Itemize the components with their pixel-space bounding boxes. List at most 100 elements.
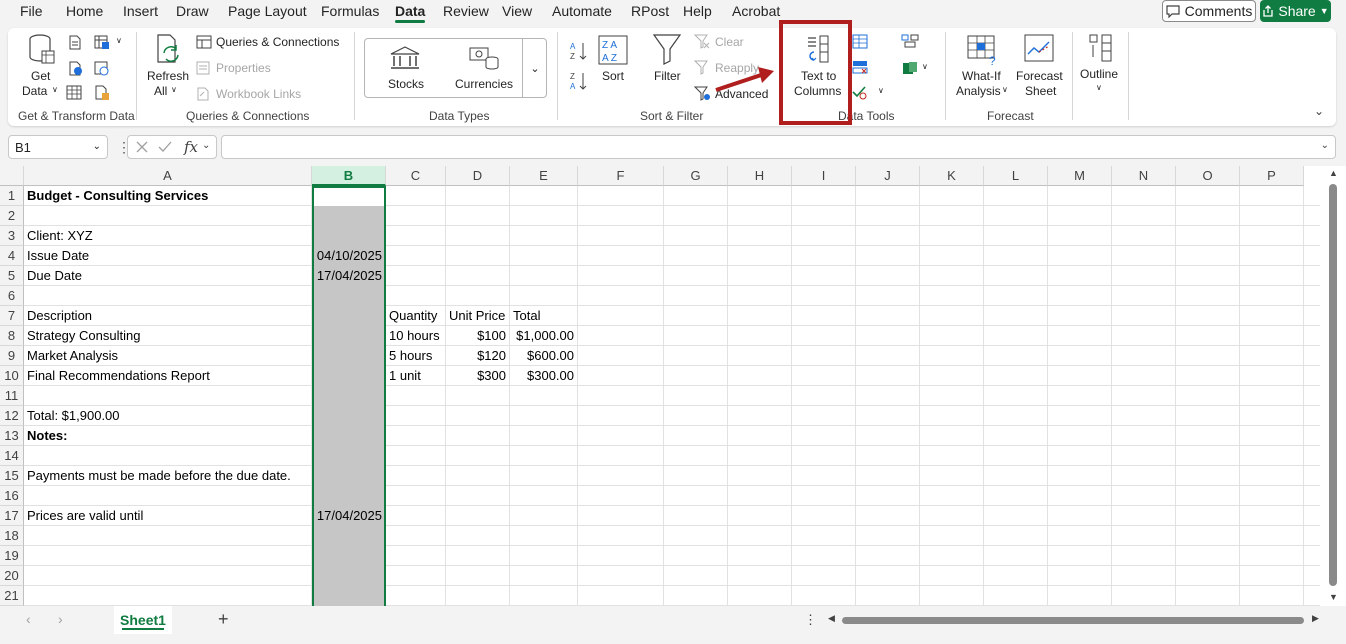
from-table-icon[interactable] — [66, 85, 83, 101]
column-header-g[interactable]: G — [664, 166, 728, 186]
row-header-8[interactable]: 8 — [0, 326, 24, 346]
from-web-icon[interactable] — [94, 35, 114, 50]
from-text-icon[interactable] — [68, 35, 82, 50]
cell-a1[interactable]: Budget - Consulting Services — [27, 186, 208, 206]
menu-draw[interactable]: Draw — [176, 3, 209, 19]
cell-e9[interactable]: $600.00 — [513, 346, 574, 366]
row-header-18[interactable]: 18 — [0, 526, 24, 546]
column-header-e[interactable]: E — [510, 166, 578, 186]
row-header-10[interactable]: 10 — [0, 366, 24, 386]
menu-automate[interactable]: Automate — [552, 3, 612, 19]
share-button[interactable]: Share ▼ — [1260, 0, 1331, 22]
row-header-5[interactable]: 5 — [0, 266, 24, 286]
menu-review[interactable]: Review — [443, 3, 489, 19]
row-header-20[interactable]: 20 — [0, 566, 24, 586]
vertical-scrollbar[interactable]: ▲ ▼ — [1322, 166, 1346, 606]
chevron-down-icon[interactable]: ∨ — [922, 62, 928, 71]
active-cell-b1[interactable] — [314, 188, 384, 206]
row-header-9[interactable]: 9 — [0, 346, 24, 366]
from-web-icon[interactable] — [68, 61, 83, 76]
menu-page-layout[interactable]: Page Layout — [228, 3, 307, 19]
row-header-13[interactable]: 13 — [0, 426, 24, 446]
cell-d10[interactable]: $300 — [449, 366, 506, 386]
menu-home[interactable]: Home — [66, 3, 103, 19]
sort-ascending-icon[interactable]: AZ — [569, 40, 587, 62]
cell-a10[interactable]: Final Recommendations Report — [27, 366, 210, 386]
cell-c7[interactable]: Quantity — [389, 306, 437, 326]
cancel-icon[interactable] — [136, 141, 148, 153]
row-header-21[interactable]: 21 — [0, 586, 24, 606]
cell-a8[interactable]: Strategy Consulting — [27, 326, 140, 346]
comments-button[interactable]: Comments — [1162, 0, 1256, 22]
name-box[interactable]: B1 ⌄ — [8, 135, 108, 159]
data-validation-icon[interactable] — [852, 85, 868, 100]
row-header-2[interactable]: 2 — [0, 206, 24, 226]
cell-a17[interactable]: Prices are valid until — [27, 506, 143, 526]
next-sheet-icon[interactable]: › — [58, 611, 63, 627]
cell-e7[interactable]: Total — [513, 306, 540, 326]
menu-help[interactable]: Help — [683, 3, 712, 19]
formula-input[interactable]: ⌄ — [221, 135, 1336, 159]
column-header-k[interactable]: K — [920, 166, 984, 186]
row-header-17[interactable]: 17 — [0, 506, 24, 526]
column-header-d[interactable]: D — [446, 166, 510, 186]
cell-a12[interactable]: Total: $1,900.00 — [27, 406, 120, 426]
data-model-icon[interactable] — [901, 60, 919, 76]
cell-d8[interactable]: $100 — [449, 326, 506, 346]
menu-rpost[interactable]: RPost — [631, 3, 669, 19]
expand-formula-bar-icon[interactable]: ⌄ — [1321, 140, 1329, 151]
cell-c8[interactable]: 10 hours — [389, 326, 440, 346]
insert-function-icon[interactable]: fx — [184, 138, 198, 156]
cell-e10[interactable]: $300.00 — [513, 366, 574, 386]
enter-icon[interactable] — [158, 141, 172, 153]
prev-sheet-icon[interactable]: ‹ — [26, 611, 31, 627]
row-header-19[interactable]: 19 — [0, 546, 24, 566]
remove-duplicates-icon[interactable] — [852, 60, 868, 75]
menu-data[interactable]: Data — [395, 3, 426, 23]
horizontal-scrollbar[interactable]: ◀ ▶ — [828, 612, 1324, 628]
chevron-down-icon[interactable]: ⌄ — [93, 141, 101, 152]
vertical-scroll-thumb[interactable] — [1329, 184, 1337, 586]
menu-acrobat[interactable]: Acrobat — [732, 3, 780, 19]
collapse-ribbon-icon[interactable]: ⌄ — [1314, 104, 1324, 118]
chevron-down-icon[interactable]: ∨ — [878, 86, 884, 95]
menu-view[interactable]: View — [502, 3, 532, 19]
cell-b17[interactable]: 17/04/2025 — [315, 506, 382, 526]
scroll-right-icon[interactable]: ▶ — [1312, 613, 1319, 624]
add-sheet-button[interactable]: + — [218, 609, 229, 630]
cell-b5[interactable]: 17/04/2025 — [315, 266, 382, 286]
select-all-corner[interactable] — [0, 166, 24, 186]
scroll-left-icon[interactable]: ◀ — [828, 613, 835, 624]
menu-formulas[interactable]: Formulas — [321, 3, 379, 19]
horizontal-scroll-thumb[interactable] — [842, 617, 1304, 624]
cell-c10[interactable]: 1 unit — [389, 366, 421, 386]
row-header-4[interactable]: 4 — [0, 246, 24, 266]
menu-insert[interactable]: Insert — [123, 3, 158, 19]
row-header-12[interactable]: 12 — [0, 406, 24, 426]
consolidate-icon[interactable] — [901, 34, 919, 48]
column-header-o[interactable]: O — [1176, 166, 1240, 186]
cell-a9[interactable]: Market Analysis — [27, 346, 118, 366]
column-header-a[interactable]: A — [24, 166, 312, 186]
row-header-3[interactable]: 3 — [0, 226, 24, 246]
cell-a5[interactable]: Due Date — [27, 266, 82, 286]
column-header-i[interactable]: I — [792, 166, 856, 186]
column-header-c[interactable]: C — [386, 166, 446, 186]
cell-e8[interactable]: $1,000.00 — [513, 326, 574, 346]
column-header-l[interactable]: L — [984, 166, 1048, 186]
cell-c9[interactable]: 5 hours — [389, 346, 432, 366]
column-header-m[interactable]: M — [1048, 166, 1112, 186]
cell-d7[interactable]: Unit Price — [449, 306, 505, 326]
column-header-n[interactable]: N — [1112, 166, 1176, 186]
column-header-j[interactable]: J — [856, 166, 920, 186]
existing-connections-icon[interactable] — [94, 85, 110, 101]
column-header-h[interactable]: H — [728, 166, 792, 186]
chevron-down-icon[interactable]: ⌄ — [202, 140, 210, 151]
recent-sources-icon[interactable] — [94, 61, 110, 76]
data-types-more-button[interactable]: ⌄ — [522, 38, 547, 98]
scroll-down-icon[interactable]: ▼ — [1329, 592, 1338, 602]
menu-file[interactable]: File — [20, 3, 43, 19]
cell-a4[interactable]: Issue Date — [27, 246, 89, 266]
cell-a3[interactable]: Client: XYZ — [27, 226, 93, 246]
cell-b4[interactable]: 04/10/2025 — [315, 246, 382, 266]
